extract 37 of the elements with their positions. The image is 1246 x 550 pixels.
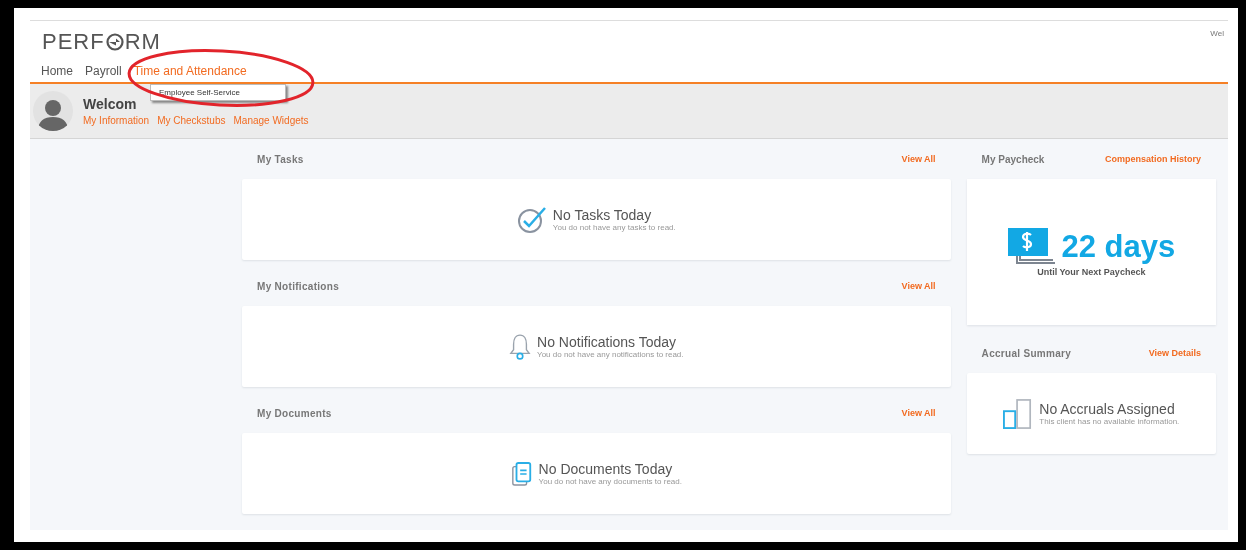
welcome-title: Welcom [83, 96, 138, 112]
document-icon [510, 460, 533, 487]
empty-message: You do not have any documents to read. [538, 477, 682, 486]
view-link[interactable]: View All [901, 154, 936, 164]
empty-message: You do not have any notifications to read. [537, 350, 684, 359]
empty-heading: No Documents Today [538, 461, 674, 477]
paycheck-caption: Until Your Next Paycheck [1036, 267, 1147, 277]
view-link[interactable]: View Details [1148, 348, 1201, 358]
menu-item[interactable]: Employee Self-Service [159, 88, 277, 97]
empty-message: You do not have any tasks to read. [552, 223, 676, 232]
empty-message: This client has no available information. [1039, 417, 1180, 426]
section-title: My Paycheck [981, 153, 1045, 165]
link[interactable]: My Checkstubs [157, 115, 226, 126]
section-title: Accrual Summary [981, 347, 1072, 359]
nav-tab[interactable]: Home [41, 64, 73, 80]
empty-heading: No Accruals Assigned [1039, 401, 1176, 417]
days-count: 22 days [1061, 230, 1176, 262]
nav-tab[interactable]: Payroll [85, 64, 122, 80]
link[interactable]: My Information [83, 115, 150, 126]
section-title: My Tasks [257, 153, 304, 165]
history-link[interactable]: Compensation History [1105, 154, 1201, 164]
bell-icon [509, 332, 532, 361]
bar-chart-icon [1003, 397, 1034, 430]
empty-heading: No Notifications Today [537, 334, 678, 350]
link[interactable]: Manage Widgets [233, 115, 309, 126]
brand-text: RM [124, 29, 161, 55]
brand-text: PERF [42, 29, 105, 55]
view-link[interactable]: View All [901, 408, 936, 418]
section-title: My Documents [257, 407, 332, 419]
money-icon [1007, 227, 1058, 265]
welcome-text: Wel [1210, 29, 1224, 38]
nav-tab[interactable]: Time and Attendance [133, 64, 247, 80]
empty-heading: No Tasks Today [552, 207, 653, 223]
avatar-icon [33, 91, 73, 131]
view-link[interactable]: View All [901, 281, 936, 291]
section-title: My Notifications [257, 280, 340, 292]
logo-icon [104, 33, 125, 51]
